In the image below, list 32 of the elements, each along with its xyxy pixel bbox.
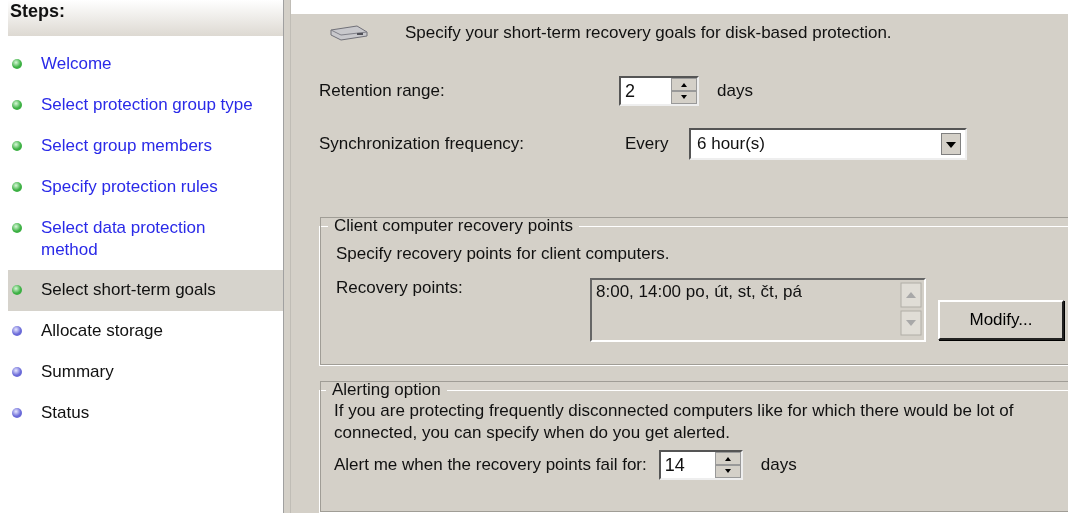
group-description: Specify recovery points for client computers. [336,244,671,264]
scrollbar-arrows-icon[interactable] [900,282,922,336]
every-label: Every [625,134,670,154]
recovery-points-list[interactable]: 8:00, 14:00 po, út, st, čt, pá [590,278,926,342]
disk-drive-icon [327,24,369,42]
header-text: Specify your short-term recovery goals for disk-based protection. [405,23,892,43]
step-item[interactable]: Select short-term goals [8,270,283,311]
spin-arrows-icon[interactable] [671,78,697,104]
frequency-dropdown[interactable]: 6 hour(s) [689,128,967,160]
retention-label: Retention range: [319,81,446,101]
retention-spinner[interactable]: 2 [619,76,699,106]
days-label: days [760,455,797,475]
sync-label: Synchronization frequency: [319,134,526,154]
days-label: days [717,81,753,101]
step-item[interactable]: Specify protection rules [8,167,283,208]
steps-title: Steps: [10,0,65,22]
step-item[interactable]: Welcome [8,44,283,85]
group-title: Client computer recovery points [333,216,575,236]
step-item[interactable]: Allocate storage [8,311,283,352]
step-item[interactable]: Select protection group type [8,85,283,126]
group-title: Alerting option [331,380,442,400]
alert-days-spinner[interactable]: 14 [658,450,743,480]
step-item[interactable]: Select group members [8,126,283,167]
alert-description: If you are protecting frequently disconnected computers like for which there would be lot of [334,400,1015,422]
step-item[interactable]: Summary [8,352,283,393]
alert-label: Alert me when the recovery points fail for: [334,455,647,475]
alert-description: connected, you can specify when do you get alerted. [334,422,731,444]
modify-button[interactable]: Modify... [938,300,1064,340]
recovery-points-label: Recovery points: [336,278,464,298]
step-item[interactable]: Status [8,393,283,434]
step-item[interactable]: Select data protection method [8,208,283,270]
spin-arrows-icon[interactable] [714,452,741,478]
